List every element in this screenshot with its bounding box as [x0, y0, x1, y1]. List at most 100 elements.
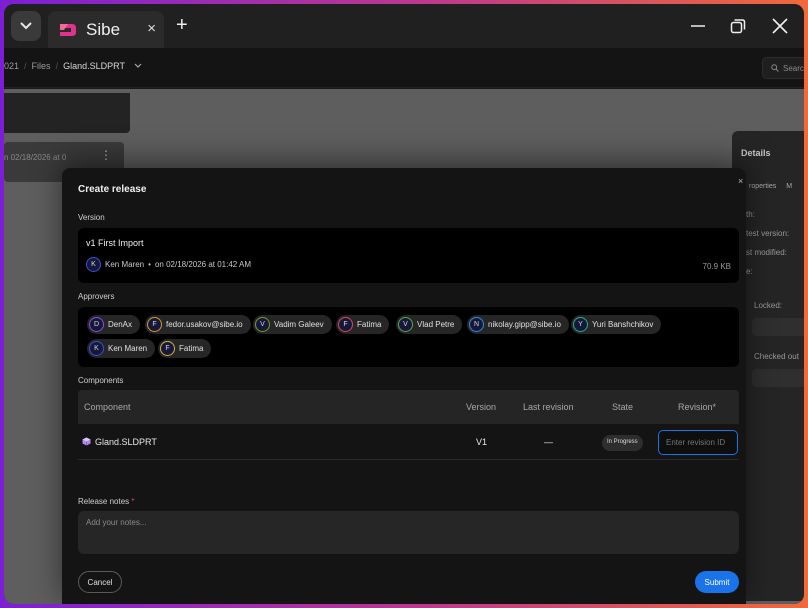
restore-button[interactable]	[724, 12, 752, 40]
avatar: Y	[573, 317, 588, 332]
approver-chip[interactable]: F Fatima	[336, 315, 390, 334]
breadcrumb-separator: /	[55, 61, 59, 71]
approver-chip[interactable]: K Ken Maren	[87, 339, 156, 358]
details-locked-field[interactable]	[752, 318, 804, 336]
approver-name: Vlad Petre	[417, 320, 455, 329]
column-header-state: State	[612, 402, 634, 412]
version-number: v1	[86, 238, 96, 248]
details-last-modified-label: st modified:	[746, 248, 787, 257]
submit-button[interactable]: Submit	[695, 571, 739, 593]
restore-icon	[730, 19, 746, 34]
approver-name: DenAx	[108, 320, 133, 329]
components-label: Components	[78, 376, 124, 385]
version-label: Version	[78, 213, 105, 222]
approver-name: Fatima	[179, 344, 204, 353]
table-row: Gland.SLDPRT V1 — In Progress	[78, 424, 739, 460]
avatar: F	[160, 341, 175, 356]
release-notes-label: Release notes *	[78, 497, 135, 506]
details-tabs: roperties M	[749, 183, 792, 190]
tab-list-button[interactable]	[11, 11, 41, 41]
version-name: First Import	[98, 238, 144, 248]
approver-chip[interactable]: V Vadim Galeev	[253, 315, 332, 334]
version-date: on 02/18/2026 at 01:42 AM	[154, 260, 252, 269]
version-author: Ken Maren	[105, 260, 145, 269]
dot-separator: •	[148, 260, 151, 269]
browser-tab[interactable]: Sibe ×	[48, 11, 164, 48]
app-header: 021 / Files / Gland.SLDPRT Search	[4, 48, 804, 88]
component-name: Gland.SLDPRT	[95, 437, 157, 447]
part-cube-icon	[82, 437, 91, 446]
details-checked-out-field[interactable]	[752, 369, 804, 387]
column-header-revision: Revision*	[678, 402, 717, 412]
close-tab-icon[interactable]: ×	[147, 20, 156, 37]
component-version: V1	[476, 437, 488, 447]
version-meta: K Ken Maren • on 02/18/2026 at 01:42 AM	[86, 257, 251, 272]
avatar: F	[338, 317, 353, 332]
approver-chip[interactable]: Y Yuri Banshchikov	[571, 315, 662, 334]
components-table-header: Component Version Last revision State Re…	[78, 390, 739, 424]
approver-name: Vadim Galeev	[274, 320, 324, 329]
avatar: K	[86, 257, 101, 272]
details-title: Details	[741, 148, 771, 158]
approver-name: fedor.usakov@sibe.io	[166, 320, 243, 329]
approver-chip[interactable]: F Fatima	[158, 339, 212, 358]
required-marker: *	[131, 497, 135, 506]
revision-id-input[interactable]	[658, 430, 738, 455]
version-title: v1 First Import	[86, 238, 144, 248]
files-panel-header	[4, 93, 130, 133]
minimize-icon	[691, 25, 705, 27]
details-locked-label: Locked:	[754, 301, 783, 310]
approver-name: nikolay.gipp@sibe.io	[488, 320, 561, 329]
tab-bar: Sibe × +	[4, 4, 804, 48]
sibe-logo-icon	[60, 23, 76, 36]
cancel-button[interactable]: Cancel	[78, 571, 122, 593]
close-modal-icon[interactable]: ×	[738, 176, 743, 186]
avatar: N	[469, 317, 484, 332]
details-size-label: e:	[746, 267, 753, 276]
column-header-version: Version	[466, 402, 497, 412]
approver-chip[interactable]: Nnikolay.gipp@sibe.io	[467, 315, 569, 334]
create-release-modal: Create release × Version v1 First Import…	[62, 168, 746, 604]
breadcrumb-item[interactable]: 021	[4, 61, 19, 71]
approver-chip[interactable]: V Vlad Petre	[396, 315, 463, 334]
details-checked-out-label: Checked out	[754, 352, 799, 361]
approvers-list: D DenAx Ffedor.usakov@sibe.io V Vadim Galeev…	[78, 307, 739, 367]
tab-more[interactable]: M	[786, 183, 792, 190]
release-notes-label-text: Release notes	[78, 497, 130, 506]
approvers-label: Approvers	[78, 292, 115, 301]
close-window-button[interactable]	[766, 12, 794, 40]
last-revision: —	[544, 437, 553, 447]
avatar: V	[255, 317, 270, 332]
breadcrumb: 021 / Files / Gland.SLDPRT	[4, 61, 142, 71]
version-card: v1 First Import K Ken Maren • on 02/18/2…	[78, 228, 739, 283]
minimize-button[interactable]	[684, 12, 712, 40]
approver-chip[interactable]: Ffedor.usakov@sibe.io	[145, 315, 251, 334]
avatar: V	[398, 317, 413, 332]
approver-name: Yuri Banshchikov	[592, 320, 654, 329]
release-notes-field[interactable]	[78, 511, 739, 554]
avatar: K	[89, 341, 104, 356]
details-path-label: th:	[746, 210, 755, 219]
breadcrumb-current[interactable]: Gland.SLDPRT	[63, 61, 125, 71]
chevron-down-icon[interactable]	[134, 63, 142, 69]
file-version-date: n 02/18/2026 at 0	[4, 153, 67, 162]
approver-chip[interactable]: D DenAx	[87, 315, 141, 334]
breadcrumb-separator: /	[24, 61, 27, 71]
column-header-last-revision: Last revision	[523, 402, 574, 412]
column-header-component: Component	[84, 402, 131, 412]
new-tab-button[interactable]: +	[176, 14, 188, 37]
details-latest-version-label: test version:	[746, 229, 790, 238]
tab-properties[interactable]: roperties	[749, 183, 776, 190]
approver-name: Ken Maren	[108, 344, 148, 353]
more-options-icon[interactable]: ⋮	[100, 148, 112, 162]
avatar: D	[89, 317, 104, 332]
status-badge: In Progress	[602, 435, 643, 451]
close-icon	[772, 18, 788, 34]
search-icon	[771, 64, 779, 72]
breadcrumb-item[interactable]: Files	[32, 61, 51, 71]
chevron-down-icon	[20, 22, 32, 30]
search-placeholder: Search	[783, 64, 804, 73]
search-input[interactable]: Search	[762, 57, 804, 79]
approver-name: Fatima	[357, 320, 382, 329]
avatar: F	[147, 317, 162, 332]
